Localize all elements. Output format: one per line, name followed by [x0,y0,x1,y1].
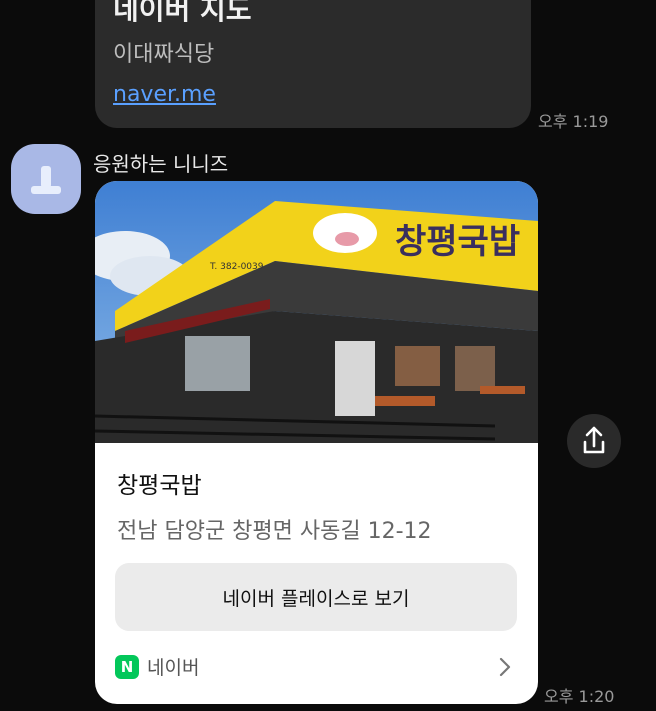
place-address: 전남 담양군 창평면 사동길 12-12 [117,519,432,544]
share-button[interactable] [567,414,621,468]
view-in-naver-place-label: 네이버 플레이스로 보기 [222,587,410,610]
share-icon [583,426,605,454]
provider-label: 네이버 [147,657,200,679]
sender-name: 응원하는 니니즈 [93,152,229,176]
naver-logo-letter: N [120,658,134,676]
naver-logo-icon: N [115,655,139,679]
place-title: 창평국밥 [117,473,202,499]
restaurant-sign-phone: T. 382-0039 [209,262,264,272]
chevron-right-icon[interactable] [493,651,517,683]
previous-card-title: 네이버 지도 [113,0,252,26]
avatar[interactable] [11,144,81,214]
view-in-naver-place-button[interactable]: 네이버 플레이스로 보기 [115,563,517,631]
restaurant-photo[interactable]: 창평국밥 T. 382-0039 [95,181,538,443]
person-placeholder-icon [31,166,61,194]
provider-footer[interactable]: N 네이버 [115,651,517,683]
message-time: 오후 1:20 [544,687,615,706]
previous-card-link[interactable]: naver.me [113,82,216,107]
previous-message-time: 오후 1:19 [538,112,609,131]
place-card[interactable]: 창평국밥 T. 382-0039 창평국밥 전남 담양군 창평면 사동길 12-… [95,181,538,704]
restaurant-sign-text: 창평국밥 [395,222,520,262]
previous-link-card[interactable]: 네이버 지도 이대짜식당 naver.me [95,0,531,128]
previous-card-subtitle: 이대짜식당 [113,42,215,67]
